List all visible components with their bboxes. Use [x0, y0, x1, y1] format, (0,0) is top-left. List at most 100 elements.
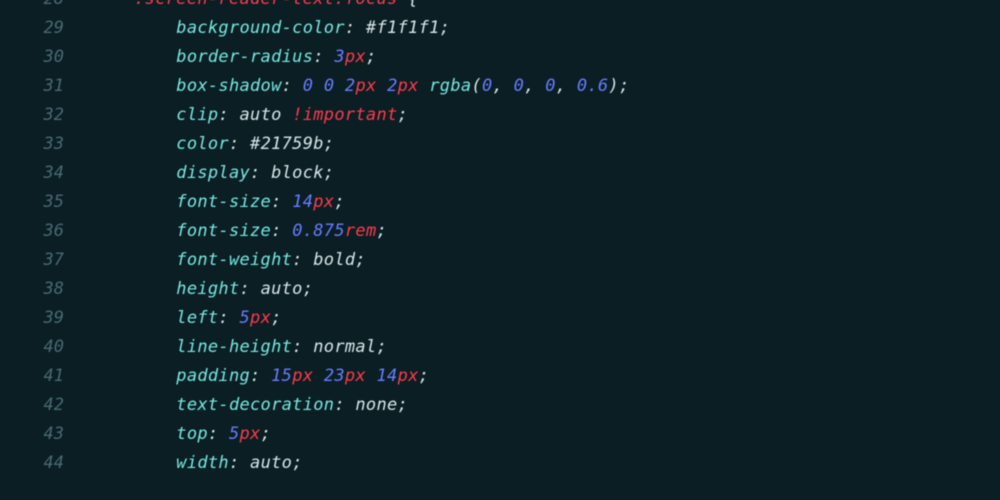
token-prop: background-color [176, 18, 345, 38]
code-line[interactable]: text-decoration: none; [92, 391, 1000, 420]
code-line[interactable]: padding: 15px 23px 14px; [92, 362, 1000, 391]
token-num: 3 [334, 47, 345, 67]
token-punct: : [218, 308, 239, 328]
token-punct: ; [440, 18, 451, 38]
token-punct: ; [334, 192, 345, 212]
token-prop: display [176, 163, 250, 183]
token-hex: #21759b [250, 134, 324, 154]
line-number: 32 [0, 101, 64, 130]
line-number: 39 [0, 304, 64, 333]
token-punct: ; [355, 250, 366, 270]
code-line[interactable]: font-size: 0.875rem; [92, 217, 1000, 246]
line-number-gutter: 2829303132333435363738394041424344 [0, 0, 92, 478]
line-number: 43 [0, 420, 64, 449]
token-punct [419, 76, 430, 96]
token-punct: ; [398, 105, 409, 125]
token-punct: ; [303, 279, 314, 299]
token-punct: : [250, 366, 271, 386]
token-value: normal [313, 337, 376, 357]
token-unit: px [355, 76, 376, 96]
line-number: 40 [0, 333, 64, 362]
code-line[interactable]: .screen-reader-text:focus { [92, 0, 1000, 14]
line-number: 33 [0, 130, 64, 159]
line-number: 31 [0, 72, 64, 101]
token-punct: : [218, 105, 239, 125]
token-punct [334, 76, 345, 96]
token-prop: width [176, 453, 229, 473]
code-line[interactable]: width: auto; [92, 449, 1000, 478]
token-punct: , [556, 76, 577, 96]
token-punct: : [282, 76, 303, 96]
token-unit: rem [345, 221, 377, 241]
token-value: auto [240, 105, 293, 125]
token-punct: : [334, 395, 355, 415]
token-punct: ; [619, 76, 630, 96]
line-number: 34 [0, 159, 64, 188]
code-line[interactable]: display: block; [92, 159, 1000, 188]
token-punct: , [492, 76, 513, 96]
code-line[interactable]: border-radius: 3px; [92, 43, 1000, 72]
token-punct: : [271, 221, 292, 241]
token-unit: px [313, 192, 334, 212]
code-line[interactable]: background-color: #f1f1f1; [92, 14, 1000, 43]
token-punct: : [313, 47, 334, 67]
token-num: 5 [229, 424, 240, 444]
line-number: 44 [0, 449, 64, 478]
code-line[interactable]: box-shadow: 0 0 2px 2px rgba(0, 0, 0, 0.… [92, 72, 1000, 101]
token-num: 2 [387, 76, 398, 96]
token-unit: px [240, 424, 261, 444]
token-unit: px [345, 47, 366, 67]
token-brace: { [408, 0, 419, 9]
token-value: auto [261, 279, 303, 299]
token-prop: line-height [176, 337, 292, 357]
token-punct: ; [419, 366, 430, 386]
code-editor[interactable]: 2829303132333435363738394041424344 .scre… [0, 0, 1000, 478]
token-punct: ; [398, 395, 409, 415]
token-value: auto [250, 453, 292, 473]
code-line[interactable]: font-size: 14px; [92, 188, 1000, 217]
token-punct: ; [376, 337, 387, 357]
token-num: 14 [292, 192, 313, 212]
code-line[interactable]: left: 5px; [92, 304, 1000, 333]
token-punct: : [229, 453, 250, 473]
token-important: !important [292, 105, 397, 125]
code-line[interactable]: color: #21759b; [92, 130, 1000, 159]
code-line[interactable]: line-height: normal; [92, 333, 1000, 362]
token-num: 5 [240, 308, 251, 328]
token-prop: clip [176, 105, 218, 125]
token-value: none [355, 395, 397, 415]
line-number: 35 [0, 188, 64, 217]
token-punct [313, 366, 324, 386]
token-prop: box-shadow [176, 76, 281, 96]
token-punct [366, 366, 377, 386]
token-punct: : [292, 250, 313, 270]
token-func: rgba [429, 76, 471, 96]
token-num: 0.875 [292, 221, 345, 241]
token-sel: .screen-reader-text:focus [134, 0, 408, 9]
code-line[interactable]: top: 5px; [92, 420, 1000, 449]
token-punct: ; [366, 47, 377, 67]
token-num: 23 [324, 366, 345, 386]
token-value: bold [313, 250, 355, 270]
token-punct: ; [271, 308, 282, 328]
token-prop: font-size [176, 221, 271, 241]
token-punct: ; [324, 163, 335, 183]
token-prop: border-radius [176, 47, 313, 67]
token-punct: ( [471, 76, 482, 96]
token-unit: px [398, 76, 419, 96]
token-num: 0 [303, 76, 314, 96]
code-line[interactable]: clip: auto !important; [92, 101, 1000, 130]
token-num: 0 [545, 76, 556, 96]
token-punct: ; [376, 221, 387, 241]
token-punct: : [345, 18, 366, 38]
token-num: 14 [377, 366, 398, 386]
line-number: 29 [0, 14, 64, 43]
token-prop: font-weight [176, 250, 292, 270]
token-punct: ; [324, 134, 335, 154]
token-num: 0 [482, 76, 493, 96]
line-number: 37 [0, 246, 64, 275]
token-prop: top [176, 424, 208, 444]
code-line[interactable]: height: auto; [92, 275, 1000, 304]
code-line[interactable]: font-weight: bold; [92, 246, 1000, 275]
code-content[interactable]: .screen-reader-text:focus { background-c… [92, 0, 1000, 478]
